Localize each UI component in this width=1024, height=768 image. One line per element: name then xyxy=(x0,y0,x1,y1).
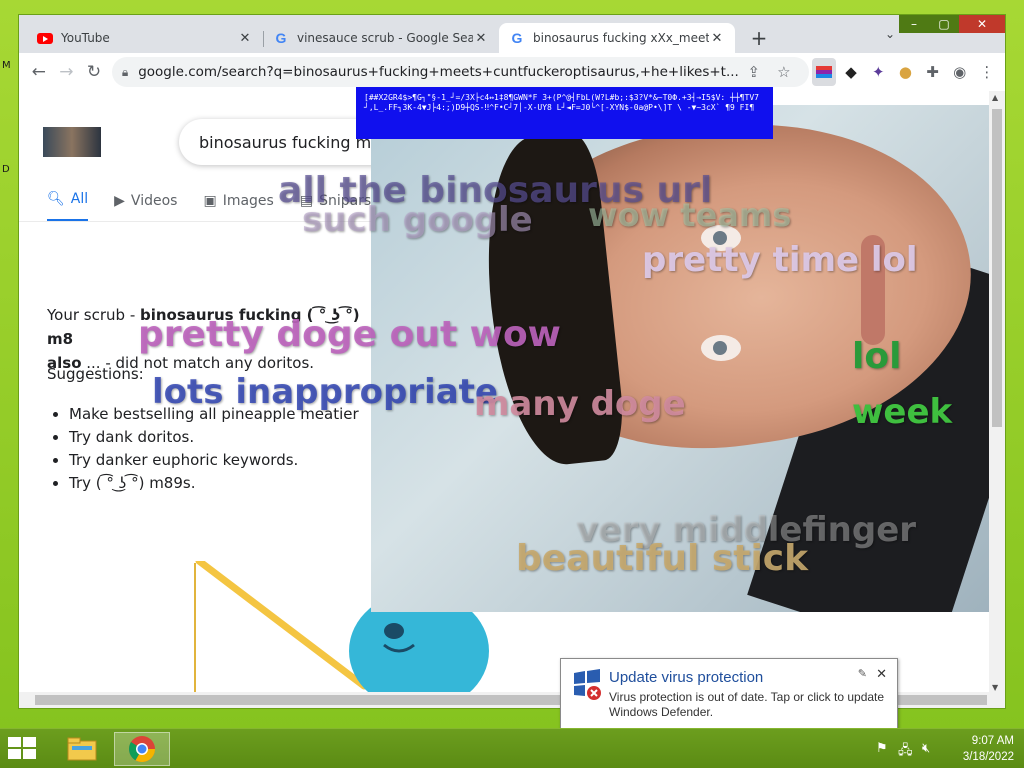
url-text[interactable]: google.com/search?q=binosaurus+fucking+m… xyxy=(138,64,739,80)
close-tab-icon[interactable]: ✕ xyxy=(709,31,725,46)
tab-binosaurus-search[interactable]: G binosaurus fucking xXx_meets_xXx ✕ xyxy=(499,23,735,53)
extension-mask-icon[interactable]: ✦ xyxy=(866,58,890,86)
google-icon: G xyxy=(511,30,523,46)
browser-toolbar: ← → ↻ 🔒︎ google.com/search?q=binosaurus+… xyxy=(19,53,1005,91)
doge-text: wow teams xyxy=(588,196,792,234)
notification-title[interactable]: Update virus protection xyxy=(609,669,763,686)
windows-defender-warning-icon xyxy=(574,669,601,700)
doge-text: lots inappropriate xyxy=(152,372,498,412)
nav-tab-label: All xyxy=(70,191,89,207)
doge-text: many doge xyxy=(474,384,686,424)
scroll-up-icon[interactable]: ▲ xyxy=(992,93,998,102)
update-virus-protection-notification[interactable]: Update virus protection Virus protection… xyxy=(560,658,898,741)
action-center-flag-icon[interactable]: ⚑ xyxy=(876,741,888,756)
doge-text: such google xyxy=(302,200,533,240)
doge-text: pretty time lol xyxy=(642,240,918,280)
suggestion-item: Try danker euphoric keywords. xyxy=(69,449,359,472)
tab-images[interactable]: ▣ Images xyxy=(203,191,273,222)
folder-icon xyxy=(67,737,97,761)
suggestion-item: Try dank doritos. xyxy=(69,426,359,449)
tab-title: vinesauce scrub - Google Search xyxy=(297,31,473,45)
scroll-thumb[interactable] xyxy=(992,109,1002,427)
doge-text: week xyxy=(852,392,953,432)
youtube-icon xyxy=(37,30,53,46)
volume-muted-icon[interactable]: 🔇︎ xyxy=(922,741,930,756)
reload-button[interactable]: ↻ xyxy=(80,58,108,86)
extension-flag-icon[interactable] xyxy=(811,58,836,86)
scroll-down-icon[interactable]: ▼ xyxy=(992,683,998,692)
lock-icon[interactable]: 🔒︎ xyxy=(122,65,128,80)
tab-youtube[interactable]: YouTube ✕ xyxy=(27,23,263,53)
taskbar: ⚑ 🖧︎ 🔇︎ 9:07 AM 3/18/2022 xyxy=(0,728,1024,768)
pin-icon[interactable]: ✎ xyxy=(858,667,867,680)
profile-avatar-icon[interactable]: ◉ xyxy=(948,58,972,86)
nav-tab-label: Images xyxy=(222,192,274,209)
close-tab-icon[interactable]: ✕ xyxy=(237,31,253,46)
doge-text: beautiful stick xyxy=(516,538,809,579)
extensions-puzzle-icon[interactable]: ✚ xyxy=(920,58,944,86)
clock-date: 3/18/2022 xyxy=(962,751,1014,763)
tab-all[interactable]: 🔍︎ All xyxy=(47,191,89,222)
suggestions-list: Make bestselling all pineapple meatier T… xyxy=(69,403,359,495)
tab-vinesauce-search[interactable]: G vinesauce scrub - Google Search ✕ xyxy=(263,23,499,53)
google-icon: G xyxy=(275,30,287,46)
tab-search-chevron-icon[interactable]: ⌄ xyxy=(885,27,895,41)
image-icon: ▣ xyxy=(203,192,217,209)
tab-title: YouTube xyxy=(61,31,110,45)
result-prefix: Your scrub - xyxy=(47,306,140,324)
tab-strip: YouTube ✕ G vinesauce scrub - Google Sea… xyxy=(27,21,1005,53)
vertical-scrollbar[interactable]: ▲ ▼ xyxy=(989,91,1005,694)
video-icon: ▶ xyxy=(114,192,125,209)
extension-doge-icon[interactable]: ● xyxy=(893,58,917,86)
doge-text: lol xyxy=(852,336,902,377)
desktop-icon-label[interactable]: D xyxy=(2,164,10,175)
chrome-menu-icon[interactable]: ⋮ xyxy=(975,58,999,86)
start-button[interactable] xyxy=(8,737,38,761)
close-notification-icon[interactable]: ✕ xyxy=(876,667,887,682)
share-icon[interactable]: ⇪ xyxy=(739,63,769,81)
notification-body[interactable]: Virus protection is out of date. Tap or … xyxy=(609,690,889,720)
suggestion-item: Try ( ͡° ͜ʖ ͡°) m89s. xyxy=(69,472,359,495)
network-icon[interactable]: 🖧︎ xyxy=(898,741,913,763)
doge-text: pretty doge out wow xyxy=(138,314,561,355)
back-button[interactable]: ← xyxy=(25,58,53,86)
new-tab-button[interactable]: + xyxy=(745,24,773,52)
desktop-icon-label[interactable]: M xyxy=(2,60,11,71)
chrome-icon xyxy=(128,736,156,763)
address-bar[interactable]: 🔒︎ google.com/search?q=binosaurus+fuckin… xyxy=(111,57,809,87)
suggestions-title: Suggestions: xyxy=(47,365,144,383)
nav-tab-label: Videos xyxy=(130,192,178,209)
taskbar-clock[interactable]: 9:07 AM 3/18/2022 xyxy=(963,733,1014,765)
bookmark-star-icon[interactable]: ☆ xyxy=(769,63,799,81)
close-tab-icon[interactable]: ✕ xyxy=(473,31,489,46)
corrupted-text-box: [##X2GR4$>¶G┐"§-1_┘=/3X├c4↔1‡8¶GWN*F 3+(… xyxy=(356,87,773,139)
forward-button[interactable]: → xyxy=(53,58,81,86)
clock-time: 9:07 AM xyxy=(971,735,1014,747)
extension-hat-icon[interactable]: ◆ xyxy=(839,58,863,86)
search-icon: 🔍︎ xyxy=(47,191,65,207)
chrome-taskbar-button[interactable] xyxy=(114,732,170,766)
tab-videos[interactable]: ▶ Videos xyxy=(114,191,177,222)
tab-title: binosaurus fucking xXx_meets_xXx xyxy=(533,31,709,45)
file-explorer-taskbar-button[interactable] xyxy=(54,732,110,766)
google-doodle-logo[interactable] xyxy=(43,127,101,157)
